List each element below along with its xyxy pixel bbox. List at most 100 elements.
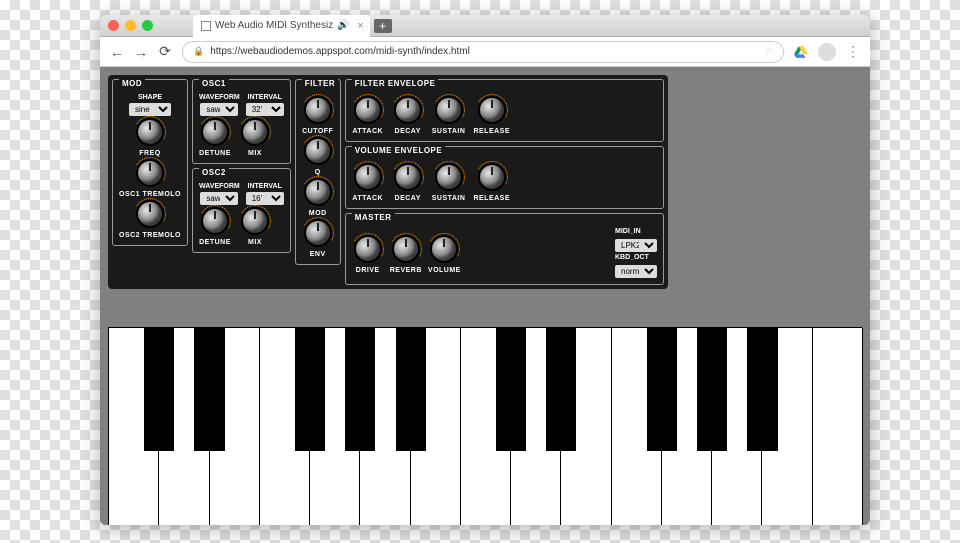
browser-tab[interactable]: Web Audio MIDI Synthesiz 🔊 × bbox=[193, 15, 370, 37]
osc2-interval-select[interactable]: 16' bbox=[246, 192, 284, 205]
page-content: mod SHAPE sine FREQ OSC1 Tremolo OSC2 Tr… bbox=[100, 67, 870, 525]
synth-panel: mod SHAPE sine FREQ OSC1 Tremolo OSC2 Tr… bbox=[108, 75, 668, 289]
page-icon bbox=[201, 21, 211, 31]
titlebar: Web Audio MIDI Synthesiz 🔊 × + bbox=[100, 15, 870, 37]
black-key[interactable] bbox=[194, 328, 224, 451]
osc1-waveform-select[interactable]: saw bbox=[200, 103, 238, 116]
filter-group: Filter Cutoff Q Mod Env bbox=[295, 79, 341, 265]
filter-env-knob[interactable] bbox=[304, 219, 332, 247]
master-title: Master bbox=[352, 213, 395, 222]
osc2-detune-label: Detune bbox=[199, 239, 231, 246]
black-key[interactable] bbox=[546, 328, 576, 451]
venv-attack-label: Attack bbox=[352, 195, 383, 202]
reverb-knob[interactable] bbox=[392, 235, 420, 263]
filter-mod-knob[interactable] bbox=[304, 178, 332, 206]
fenv-sustain-label: Sustain bbox=[432, 128, 466, 135]
osc2-interval-label: Interval bbox=[248, 183, 282, 190]
tab-title: Web Audio MIDI Synthesiz bbox=[215, 20, 333, 31]
black-key[interactable] bbox=[697, 328, 727, 451]
midi-in-select[interactable]: LPK25 bbox=[615, 239, 657, 252]
bookmark-icon[interactable]: ☆ bbox=[764, 46, 773, 57]
osc1-mix-label: Mix bbox=[248, 150, 262, 157]
osc1-mix-knob[interactable] bbox=[241, 118, 269, 146]
forward-button[interactable]: → bbox=[134, 45, 148, 59]
venv-sustain-label: Sustain bbox=[432, 195, 466, 202]
osc1-waveform-label: Waveform bbox=[199, 94, 240, 101]
reverb-label: Reverb bbox=[390, 267, 422, 274]
fenv-sustain-knob[interactable] bbox=[435, 96, 463, 124]
venv-decay-label: Decay bbox=[395, 195, 421, 202]
fenv-decay-label: Decay bbox=[395, 128, 421, 135]
fenv-decay-knob[interactable] bbox=[394, 96, 422, 124]
q-knob[interactable] bbox=[304, 137, 332, 165]
osc2-tremolo-knob[interactable] bbox=[136, 200, 164, 228]
venv-sustain-knob[interactable] bbox=[435, 163, 463, 191]
drive-knob[interactable] bbox=[354, 235, 382, 263]
black-key[interactable] bbox=[647, 328, 677, 451]
filter-title: Filter bbox=[302, 79, 338, 88]
new-tab-button[interactable]: + bbox=[374, 19, 392, 33]
black-key[interactable] bbox=[496, 328, 526, 451]
mod-group: mod SHAPE sine FREQ OSC1 Tremolo OSC2 Tr… bbox=[112, 79, 188, 246]
lock-icon: 🔒 bbox=[193, 46, 204, 57]
osc1-title: OSC1 bbox=[199, 79, 229, 88]
url-input[interactable]: 🔒 https://webaudiodemos.appspot.com/midi… bbox=[182, 41, 784, 63]
address-bar: ← → ⟳ 🔒 https://webaudiodemos.appspot.co… bbox=[100, 37, 870, 67]
browser-window: Web Audio MIDI Synthesiz 🔊 × + ← → ⟳ 🔒 h… bbox=[100, 15, 870, 525]
back-button[interactable]: ← bbox=[110, 45, 124, 59]
osc2-group: OSC2 Waveform saw Interval 16' Detune Mix bbox=[192, 168, 291, 253]
osc1-group: OSC1 Waveformsaw Interval32' Detune Mix bbox=[192, 79, 291, 164]
url-text: https://webaudiodemos.appspot.com/midi-s… bbox=[210, 46, 470, 57]
mod-title: mod bbox=[119, 79, 145, 88]
osc1-interval-label: Interval bbox=[248, 94, 282, 101]
midi-in-label: MIDI_IN bbox=[615, 228, 657, 235]
close-button[interactable] bbox=[108, 20, 119, 31]
menu-icon[interactable]: ⋮ bbox=[846, 43, 860, 60]
black-key[interactable] bbox=[345, 328, 375, 451]
venv-release-label: Release bbox=[473, 195, 510, 202]
master-group: Master Drive Reverb Volume MIDI_IN LPK25… bbox=[345, 213, 664, 285]
black-key[interactable] bbox=[396, 328, 426, 451]
osc2-detune-knob[interactable] bbox=[201, 207, 229, 235]
shape-select[interactable]: sine bbox=[129, 103, 171, 116]
osc1-tremolo-knob[interactable] bbox=[136, 159, 164, 187]
fenv-title: Filter Envelope bbox=[352, 79, 439, 88]
osc2-title: OSC2 bbox=[199, 168, 229, 177]
cutoff-knob[interactable] bbox=[304, 96, 332, 124]
osc2-waveform-select[interactable]: saw bbox=[200, 192, 238, 205]
drive-icon[interactable] bbox=[794, 45, 808, 59]
osc1-interval-select[interactable]: 32' bbox=[246, 103, 284, 116]
osc2-mix-knob[interactable] bbox=[241, 207, 269, 235]
osc2-tremolo-label: OSC2 Tremolo bbox=[119, 232, 181, 239]
window-controls bbox=[108, 20, 153, 31]
drive-label: Drive bbox=[356, 267, 380, 274]
volume-label: Volume bbox=[428, 267, 461, 274]
volume-envelope-group: Volume Envelope Attack Decay Sustain Rel… bbox=[345, 146, 664, 209]
audio-icon: 🔊 bbox=[337, 20, 349, 31]
osc2-waveform-label: Waveform bbox=[199, 183, 240, 190]
venv-release-knob[interactable] bbox=[478, 163, 506, 191]
venv-title: Volume Envelope bbox=[352, 146, 446, 155]
user-avatar[interactable] bbox=[818, 43, 836, 61]
venv-decay-knob[interactable] bbox=[394, 163, 422, 191]
reload-button[interactable]: ⟳ bbox=[158, 45, 172, 59]
shape-label: SHAPE bbox=[138, 94, 162, 101]
minimize-button[interactable] bbox=[125, 20, 136, 31]
osc1-detune-knob[interactable] bbox=[201, 118, 229, 146]
black-key[interactable] bbox=[747, 328, 777, 451]
tab-close-icon[interactable]: × bbox=[357, 20, 363, 32]
freq-knob[interactable] bbox=[136, 118, 164, 146]
venv-attack-knob[interactable] bbox=[354, 163, 382, 191]
black-key[interactable] bbox=[295, 328, 325, 451]
volume-knob[interactable] bbox=[430, 235, 458, 263]
fenv-release-knob[interactable] bbox=[478, 96, 506, 124]
maximize-button[interactable] bbox=[142, 20, 153, 31]
piano-keyboard[interactable] bbox=[108, 327, 862, 525]
kbd-oct-select[interactable]: norma bbox=[615, 265, 657, 278]
black-key[interactable] bbox=[144, 328, 174, 451]
white-key[interactable] bbox=[813, 328, 863, 525]
fenv-attack-knob[interactable] bbox=[354, 96, 382, 124]
osc2-mix-label: Mix bbox=[248, 239, 262, 246]
filter-envelope-group: Filter Envelope Attack Decay Sustain Rel… bbox=[345, 79, 664, 142]
fenv-release-label: Release bbox=[473, 128, 510, 135]
